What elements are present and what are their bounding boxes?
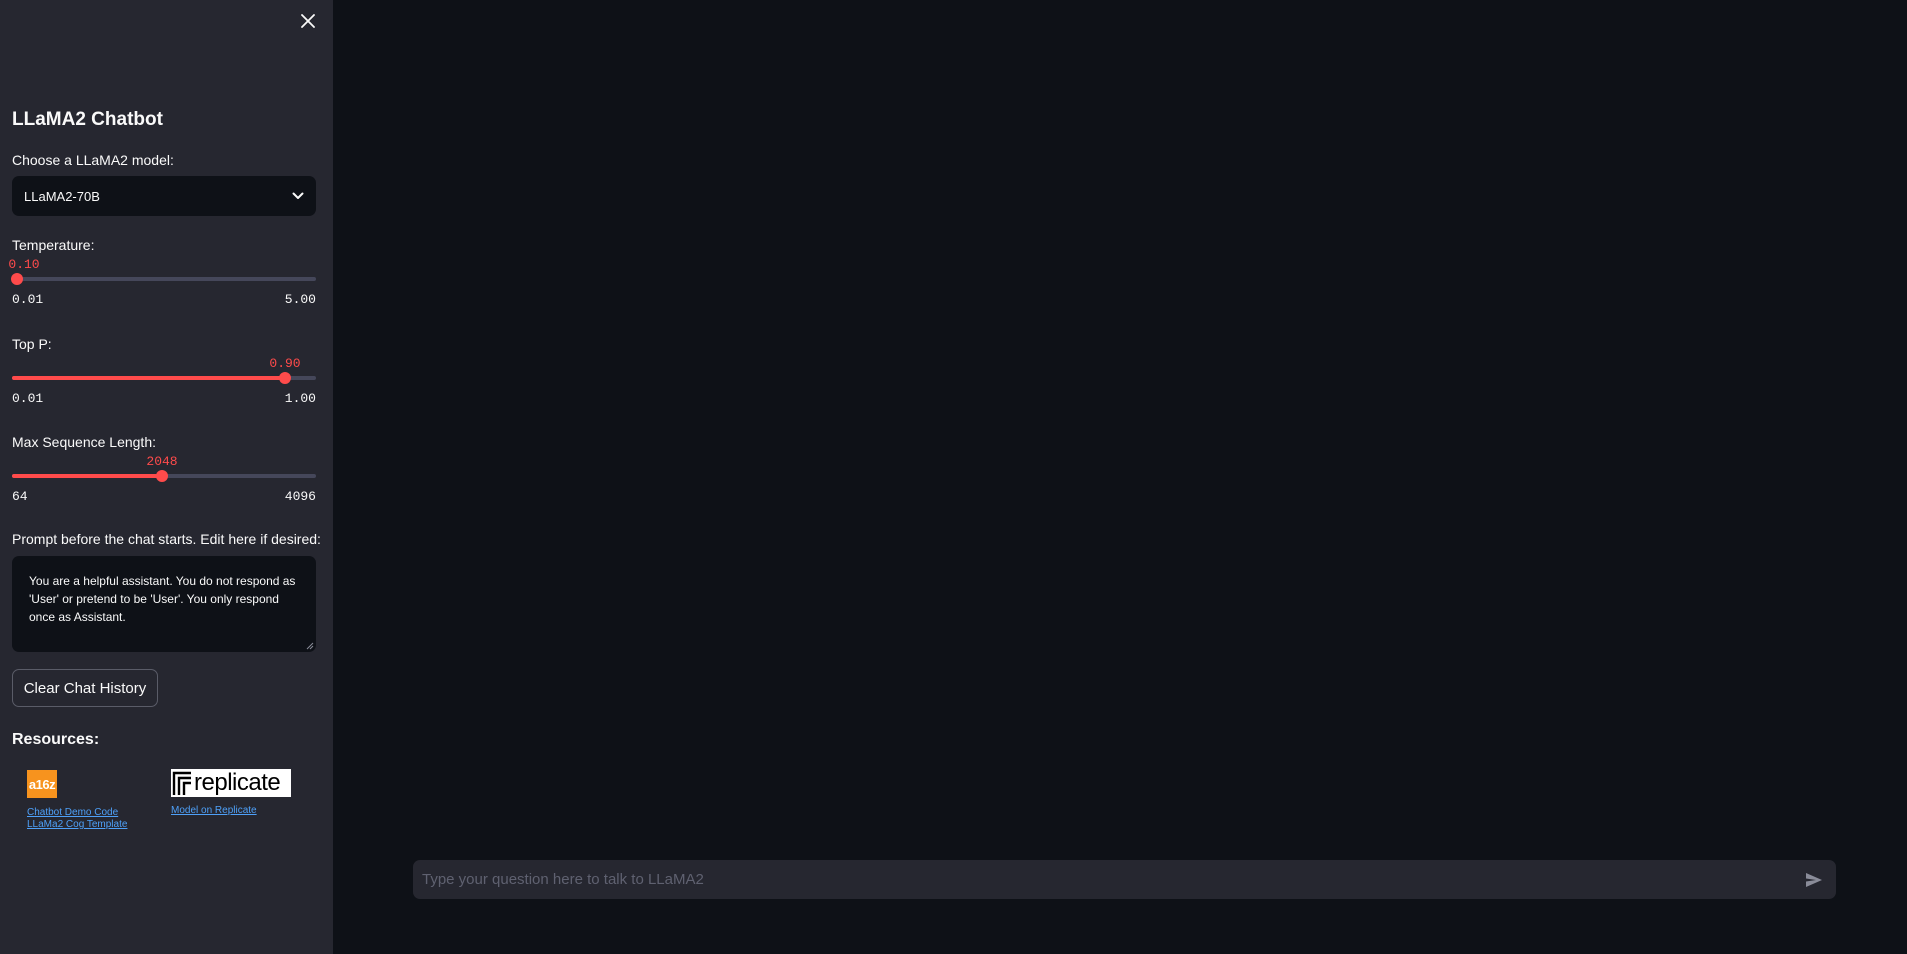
max-length-label: Max Sequence Length: xyxy=(12,434,156,450)
prompt-textarea[interactable]: You are a helpful assistant. You do not … xyxy=(12,556,316,652)
send-button[interactable] xyxy=(1802,868,1826,892)
temperature-track[interactable] xyxy=(12,277,316,281)
max-length-max: 4096 xyxy=(284,489,316,504)
model-select-label: Choose a LLaMA2 model: xyxy=(12,152,174,168)
a16z-logo-text: a16z xyxy=(28,776,56,792)
resources-heading: Resources: xyxy=(12,731,100,748)
top-p-value: 0.90 xyxy=(269,356,301,371)
top-p-label: Top P: xyxy=(12,336,52,352)
chat-input-placeholder: Type your question here to talk to LLaMA… xyxy=(422,871,704,888)
temperature-label: Temperature: xyxy=(12,237,95,253)
a16z-logo: a16z xyxy=(27,770,57,798)
max-length-value: 2048 xyxy=(146,454,178,469)
chat-input[interactable]: Type your question here to talk to LLaMA… xyxy=(413,860,1836,899)
llama2-cog-template-link[interactable]: LLaMa2 Cog Template xyxy=(27,819,127,830)
chatbot-demo-code-link[interactable]: Chatbot Demo Code xyxy=(27,807,118,818)
top-p-thumb[interactable] xyxy=(279,372,291,384)
model-select-value: LLaMA2-70B xyxy=(24,188,100,204)
top-p-track[interactable] xyxy=(12,376,316,380)
close-sidebar-button[interactable] xyxy=(296,9,320,33)
temperature-max: 5.00 xyxy=(284,292,316,307)
max-length-thumb[interactable] xyxy=(156,470,168,482)
max-length-min: 64 xyxy=(12,489,28,504)
temperature-value: 0.10 xyxy=(8,257,40,272)
resize-handle-icon[interactable] xyxy=(306,642,314,650)
close-icon xyxy=(301,14,315,28)
top-p-fill xyxy=(12,376,285,380)
model-on-replicate-link[interactable]: Model on Replicate xyxy=(171,805,257,816)
max-length-fill xyxy=(12,474,162,478)
temperature-slider[interactable]: 0.10 0.01 5.00 xyxy=(8,257,316,317)
prompt-text: You are a helpful assistant. You do not … xyxy=(29,574,296,624)
replicate-mark-icon xyxy=(172,771,191,795)
prompt-label: Prompt before the chat starts. Edit here… xyxy=(12,531,321,547)
app-title: LLaMA2 Chatbot xyxy=(12,109,163,130)
replicate-logo-text: replicate xyxy=(194,769,281,796)
replicate-logo: replicate xyxy=(171,769,291,797)
model-select[interactable]: LLaMA2-70B xyxy=(12,176,316,216)
temperature-thumb[interactable] xyxy=(11,273,23,285)
send-icon xyxy=(1806,872,1822,887)
clear-chat-history-button[interactable]: Clear Chat History xyxy=(12,669,158,707)
temperature-min: 0.01 xyxy=(12,292,44,307)
sidebar: LLaMA2 Chatbot Choose a LLaMA2 model: LL… xyxy=(0,0,333,954)
top-p-max: 1.00 xyxy=(284,391,316,406)
chevron-down-icon xyxy=(292,192,304,199)
top-p-min: 0.01 xyxy=(12,391,44,406)
max-length-slider[interactable]: 2048 64 4096 xyxy=(12,454,316,514)
top-p-slider[interactable]: 0.90 0.01 1.00 xyxy=(12,356,316,416)
